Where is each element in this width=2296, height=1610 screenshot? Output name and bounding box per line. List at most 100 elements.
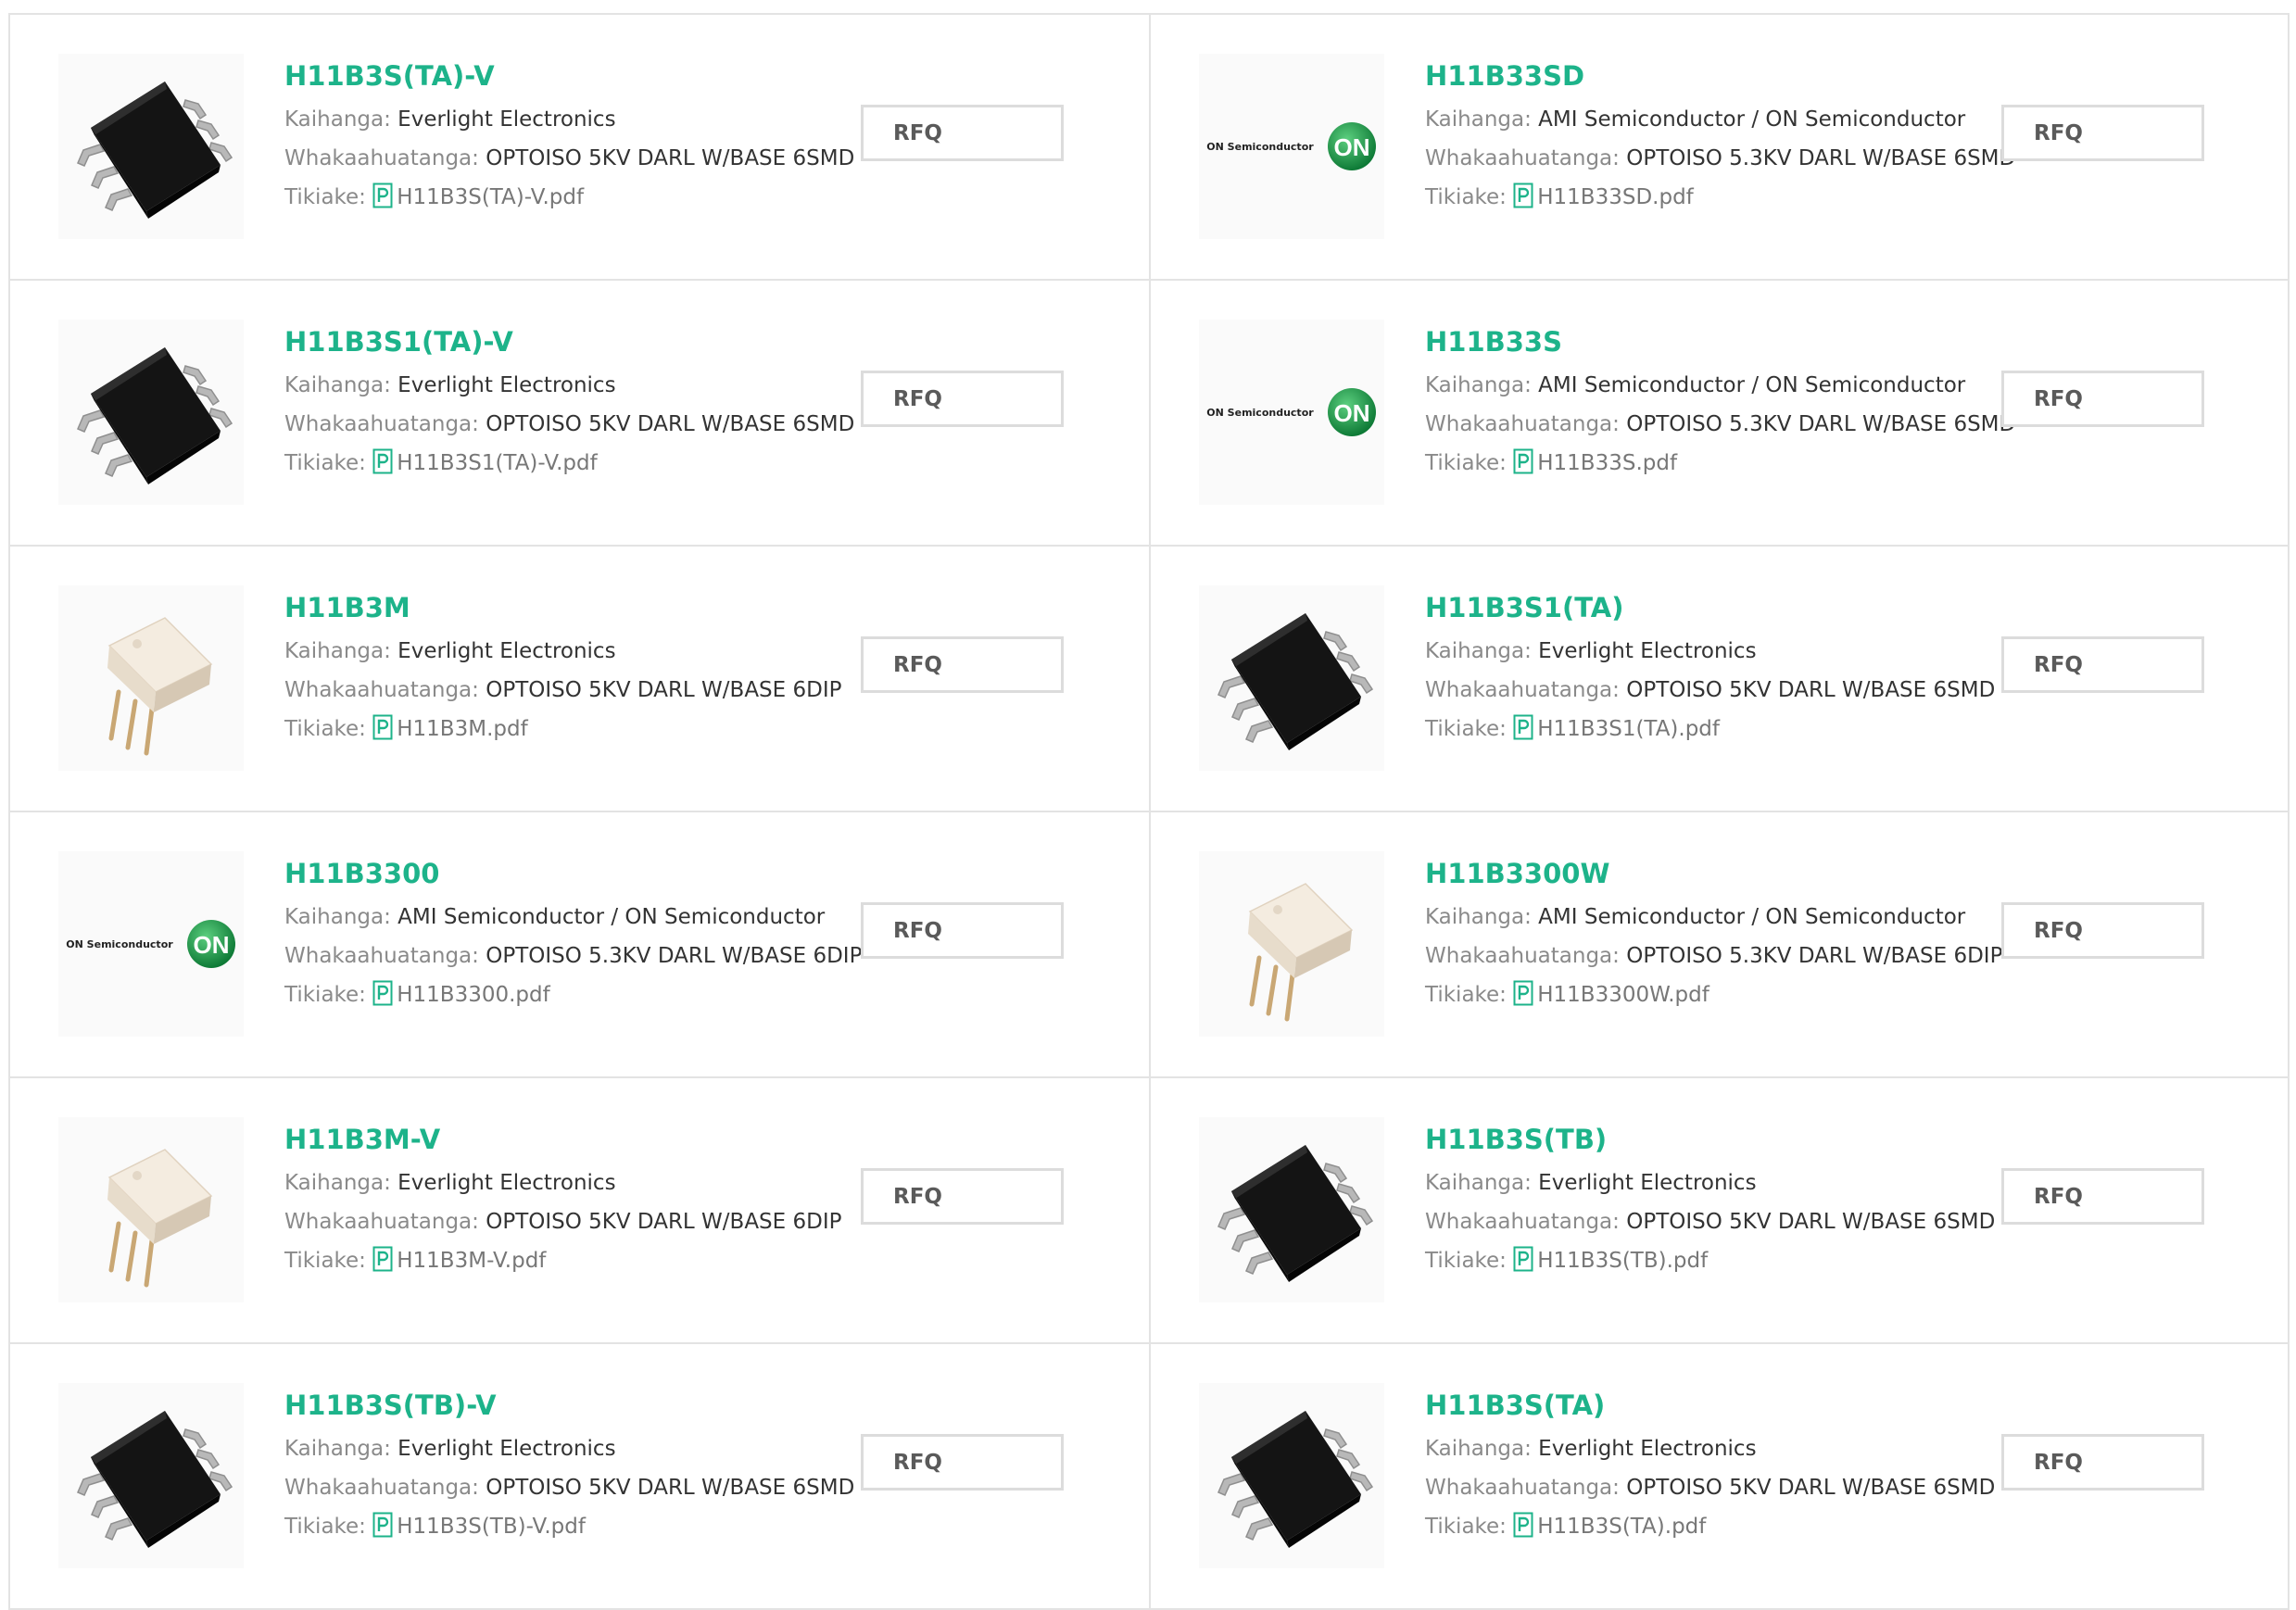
product-name-link[interactable]: H11B3S1(TA)-V [284, 325, 877, 366]
product-card: ON Semiconductor ON H11B3300 Kaihanga: AM… [10, 812, 1151, 1078]
manufacturer-value: AMI Semiconductor / ON Semiconductor [1538, 107, 1966, 132]
datasheet-link[interactable]: H11B33S.pdf [1537, 451, 1677, 475]
product-image[interactable] [58, 585, 244, 771]
product-info: H11B3S(TB)-V Kaihanga: Everlight Electro… [284, 1389, 877, 1546]
product-info: H11B3M Kaihanga: Everlight Electronics W… [284, 591, 877, 748]
product-image[interactable] [1199, 1117, 1384, 1302]
product-image[interactable] [1199, 1383, 1384, 1568]
datasheet-link[interactable]: H11B3S1(TA)-V.pdf [397, 451, 597, 475]
rfq-button[interactable]: RFQ [2001, 1434, 2204, 1491]
manufacturer-value: Everlight Electronics [1538, 639, 1757, 663]
manufacturer-label: Kaihanga: [284, 107, 398, 132]
rfq-button[interactable]: RFQ [861, 1434, 1064, 1491]
datasheet-label: Tikiake: [284, 717, 373, 741]
datasheet-link[interactable]: H11B3S(TB).pdf [1537, 1249, 1708, 1273]
rfq-button[interactable]: RFQ [861, 636, 1064, 693]
product-image[interactable] [58, 1383, 244, 1568]
datasheet-link[interactable]: H11B3M.pdf [397, 717, 527, 741]
product-card: H11B3S(TB)-V Kaihanga: Everlight Electro… [10, 1344, 1151, 1610]
description-label: Whakaahuatanga: [284, 1210, 486, 1234]
product-name-link[interactable]: H11B3S1(TA) [1425, 591, 2018, 632]
datasheet-link[interactable]: H11B3S1(TA).pdf [1537, 717, 1720, 741]
description-value: OPTOISO 5KV DARL W/BASE 6SMD [1626, 678, 1996, 702]
description-value: OPTOISO 5.3KV DARL W/BASE 6SMD [1626, 146, 2016, 170]
datasheet-link[interactable]: H11B3300W.pdf [1537, 983, 1709, 1007]
rfq-button[interactable]: RFQ [2001, 1168, 2204, 1225]
description-label: Whakaahuatanga: [1425, 944, 1627, 968]
product-image[interactable] [1199, 851, 1384, 1037]
manufacturer-row: Kaihanga: AMI Semiconductor / ON Semicon… [1425, 366, 2018, 405]
pdf-icon[interactable] [372, 1512, 393, 1551]
dip-chip-icon [107, 1149, 213, 1288]
product-name-link[interactable]: H11B3S(TB) [1425, 1123, 2018, 1163]
rfq-button[interactable]: RFQ [861, 902, 1064, 959]
pdf-icon[interactable] [1513, 448, 1533, 487]
product-name-link[interactable]: H11B3300W [1425, 857, 2018, 898]
dip-chip-icon [1248, 883, 1354, 1022]
datasheet-link[interactable]: H11B3M-V.pdf [397, 1249, 546, 1273]
datasheet-row: Tikiake: H11B3M-V.pdf [284, 1241, 877, 1280]
manufacturer-row: Kaihanga: Everlight Electronics [1425, 632, 2018, 671]
product-image[interactable]: ON Semiconductor ON [1199, 320, 1384, 505]
datasheet-link[interactable]: H11B3S(TB)-V.pdf [397, 1515, 586, 1539]
pdf-icon[interactable] [372, 448, 393, 487]
product-info: H11B3300W Kaihanga: AMI Semiconductor / … [1425, 857, 2018, 1014]
datasheet-row: Tikiake: H11B3S(TA).pdf [1425, 1507, 2018, 1546]
product-image[interactable]: ON Semiconductor ON [1199, 54, 1384, 239]
product-name-link[interactable]: H11B3M-V [284, 1123, 877, 1163]
manufacturer-value: Everlight Electronics [397, 639, 616, 663]
description-row: Whakaahuatanga: OPTOISO 5.3KV DARL W/BAS… [1425, 937, 2018, 975]
product-name-link[interactable]: H11B3M [284, 591, 877, 632]
rfq-button[interactable]: RFQ [2001, 371, 2204, 427]
datasheet-label: Tikiake: [1425, 717, 1514, 741]
datasheet-label: Tikiake: [1425, 451, 1514, 475]
pdf-icon[interactable] [372, 182, 393, 221]
description-row: Whakaahuatanga: OPTOISO 5KV DARL W/BASE … [1425, 671, 2018, 710]
rfq-button[interactable]: RFQ [861, 371, 1064, 427]
product-info: H11B3M-V Kaihanga: Everlight Electronics… [284, 1123, 877, 1280]
product-image[interactable]: ON Semiconductor ON [58, 851, 244, 1037]
datasheet-link[interactable]: H11B33SD.pdf [1537, 185, 1694, 209]
pdf-icon[interactable] [372, 714, 393, 753]
manufacturer-label: Kaihanga: [1425, 107, 1539, 132]
pdf-icon[interactable] [1513, 980, 1533, 1019]
datasheet-row: Tikiake: H11B3S(TA)-V.pdf [284, 178, 877, 217]
rfq-button[interactable]: RFQ [861, 1168, 1064, 1225]
manufacturer-label: Kaihanga: [284, 639, 398, 663]
rfq-button[interactable]: RFQ [2001, 105, 2204, 161]
smd-chip-icon [77, 347, 233, 484]
datasheet-label: Tikiake: [284, 983, 373, 1007]
product-image[interactable] [58, 1117, 244, 1302]
svg-text:ON: ON [193, 931, 229, 959]
product-image[interactable] [58, 54, 244, 239]
pdf-icon[interactable] [372, 980, 393, 1019]
description-value: OPTOISO 5KV DARL W/BASE 6DIP [486, 678, 842, 702]
datasheet-link[interactable]: H11B3S(TA)-V.pdf [397, 185, 584, 209]
description-row: Whakaahuatanga: OPTOISO 5.3KV DARL W/BAS… [284, 937, 877, 975]
pdf-icon[interactable] [1513, 714, 1533, 753]
product-name-link[interactable]: H11B3S(TA)-V [284, 59, 877, 100]
product-name-link[interactable]: H11B3S(TA) [1425, 1389, 2018, 1429]
on-logo-text: ON Semiconductor [1206, 406, 1314, 419]
datasheet-label: Tikiake: [1425, 185, 1514, 209]
rfq-button[interactable]: RFQ [2001, 636, 2204, 693]
datasheet-link[interactable]: H11B3300.pdf [397, 983, 549, 1007]
manufacturer-row: Kaihanga: AMI Semiconductor / ON Semicon… [1425, 898, 2018, 937]
product-image[interactable] [1199, 585, 1384, 771]
product-name-link[interactable]: H11B33SD [1425, 59, 2018, 100]
description-label: Whakaahuatanga: [284, 412, 486, 436]
product-info: H11B3S(TA) Kaihanga: Everlight Electroni… [1425, 1389, 2018, 1546]
rfq-button[interactable]: RFQ [2001, 902, 2204, 959]
product-name-link[interactable]: H11B3300 [284, 857, 877, 898]
datasheet-link[interactable]: H11B3S(TA).pdf [1537, 1515, 1706, 1539]
rfq-button[interactable]: RFQ [861, 105, 1064, 161]
product-image[interactable] [58, 320, 244, 505]
product-info: H11B3S1(TA)-V Kaihanga: Everlight Electr… [284, 325, 877, 483]
pdf-icon[interactable] [372, 1246, 393, 1285]
pdf-icon[interactable] [1513, 182, 1533, 221]
pdf-icon[interactable] [1513, 1246, 1533, 1285]
product-name-link[interactable]: H11B3S(TB)-V [284, 1389, 877, 1429]
pdf-icon[interactable] [1513, 1512, 1533, 1551]
datasheet-row: Tikiake: H11B3S1(TA).pdf [1425, 710, 2018, 748]
product-name-link[interactable]: H11B33S [1425, 325, 2018, 366]
